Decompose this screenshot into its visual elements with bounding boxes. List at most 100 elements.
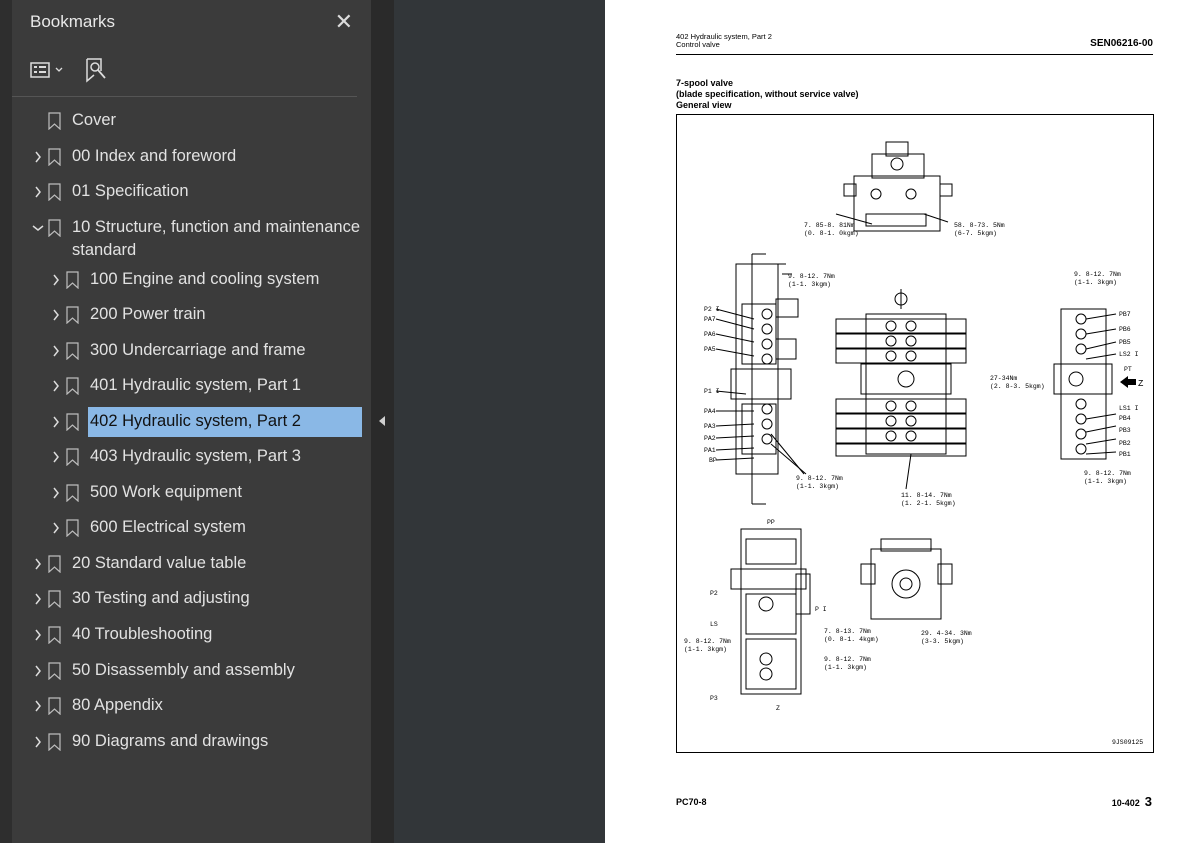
chevron-right-icon[interactable] <box>46 374 66 397</box>
svg-text:PA5: PA5 <box>704 346 716 353</box>
bookmark-label: 402 Hydraulic system, Part 2 <box>88 407 362 437</box>
svg-text:(0. 8-1. 0kgm): (0. 8-1. 0kgm) <box>804 230 859 237</box>
svg-text:PA6: PA6 <box>704 331 716 338</box>
chevron-right-icon[interactable] <box>46 445 66 468</box>
page-number: 3 <box>1144 794 1152 809</box>
chevron-right-icon[interactable] <box>46 339 66 362</box>
bookmark-label: 90 Diagrams and drawings <box>72 732 269 750</box>
header-rule <box>676 54 1153 55</box>
bookmark-icon <box>66 303 80 326</box>
chevron-right-icon[interactable] <box>28 694 48 717</box>
bookmark-icon <box>48 216 62 239</box>
chevron-right-icon[interactable] <box>46 268 66 291</box>
bookmark-icon <box>48 623 62 646</box>
bookmark-item-diagrams[interactable]: 90 Diagrams and drawings <box>28 730 268 753</box>
svg-text:P1 I: P1 I <box>704 388 720 395</box>
svg-text:PA1: PA1 <box>704 447 716 454</box>
svg-text:9. 8-12. 7Nm: 9. 8-12. 7Nm <box>796 475 843 482</box>
bookmark-item-hydraulic-1[interactable]: 401 Hydraulic system, Part 1 <box>46 374 301 397</box>
bookmark-item-disassembly[interactable]: 50 Disassembly and assembly <box>28 659 295 682</box>
bookmark-icon <box>48 730 62 753</box>
chevron-right-icon[interactable] <box>46 303 66 326</box>
bookmark-label: 100 Engine and cooling system <box>90 270 320 288</box>
svg-text:PA2: PA2 <box>704 435 716 442</box>
svg-text:PB6: PB6 <box>1119 326 1131 333</box>
bookmark-icon <box>48 659 62 682</box>
bookmark-label: Cover <box>72 111 117 129</box>
svg-text:PB1: PB1 <box>1119 451 1131 458</box>
bookmark-icon <box>48 109 62 132</box>
svg-text:7. 85-8. 81Nm: 7. 85-8. 81Nm <box>804 222 855 229</box>
bookmark-label: 600 Electrical system <box>90 518 246 536</box>
document-page: 402 Hydraulic system, Part 2 Control val… <box>605 0 1200 843</box>
bookmark-options-button[interactable] <box>30 62 63 78</box>
svg-text:9. 8-12. 7Nm: 9. 8-12. 7Nm <box>1084 470 1131 477</box>
bookmark-label: 01 Specification <box>72 182 189 200</box>
svg-text:PB5: PB5 <box>1119 339 1131 346</box>
bookmark-item-hydraulic-3[interactable]: 403 Hydraulic system, Part 3 <box>46 445 301 468</box>
chevron-down-icon[interactable] <box>28 216 48 239</box>
bookmark-item-cover[interactable]: Cover <box>28 109 116 132</box>
svg-text:PP: PP <box>767 519 775 526</box>
footer-model: PC70-8 <box>676 797 707 807</box>
bookmark-item-engine[interactable]: 100 Engine and cooling system <box>46 268 319 291</box>
bookmark-item-power-train[interactable]: 200 Power train <box>46 303 206 326</box>
bookmark-icon <box>66 481 80 504</box>
svg-text:PA3: PA3 <box>704 423 716 430</box>
chevron-right-icon[interactable] <box>28 552 48 575</box>
footer-page-id: 10-402 3 <box>1111 794 1152 809</box>
bookmark-icon <box>66 410 80 433</box>
svg-text:PB3: PB3 <box>1119 427 1131 434</box>
chevron-right-icon[interactable] <box>46 481 66 504</box>
svg-text:LS2 I: LS2 I <box>1119 351 1139 358</box>
bookmark-item-appendix[interactable]: 80 Appendix <box>28 694 163 717</box>
svg-text:(6-7. 5kgm): (6-7. 5kgm) <box>954 230 997 237</box>
svg-text:7. 8-13. 7Nm: 7. 8-13. 7Nm <box>824 628 871 635</box>
svg-text:11. 8-14. 7Nm: 11. 8-14. 7Nm <box>901 492 952 499</box>
close-icon[interactable]: ✕ <box>335 11 353 33</box>
bookmark-label: 80 Appendix <box>72 696 163 714</box>
bookmark-label: 40 Troubleshooting <box>72 625 213 643</box>
bookmark-item-testing[interactable]: 30 Testing and adjusting <box>28 587 250 610</box>
chevron-right-icon[interactable] <box>28 623 48 646</box>
bookmark-item-hydraulic-2[interactable]: 402 Hydraulic system, Part 2 <box>46 407 362 437</box>
svg-text:(2. 8-3. 5kgm): (2. 8-3. 5kgm) <box>990 383 1045 390</box>
control-valve-drawing: 7. 85-8. 81Nm (0. 8-1. 0kgm) 58. 8-73. 5… <box>676 114 1154 753</box>
bookmark-item-index[interactable]: 00 Index and foreword <box>28 145 236 168</box>
bookmark-item-troubleshooting[interactable]: 40 Troubleshooting <box>28 623 212 646</box>
bookmark-icon <box>48 694 62 717</box>
left-edge-strip <box>0 0 12 843</box>
bookmark-label: 20 Standard value table <box>72 554 247 572</box>
chevron-right-icon[interactable] <box>28 659 48 682</box>
bookmark-icon <box>48 587 62 610</box>
svg-text:PB2: PB2 <box>1119 440 1131 447</box>
svg-text:Z: Z <box>1138 379 1144 389</box>
chevron-right-icon[interactable] <box>28 587 48 610</box>
bookmark-item-specification[interactable]: 01 Specification <box>28 180 189 203</box>
chevron-right-icon[interactable] <box>28 730 48 753</box>
find-bookmark-button[interactable] <box>85 57 107 83</box>
chevron-right-icon[interactable] <box>28 180 48 203</box>
bookmark-label: 10 Structure, function and maintenance st… <box>72 218 361 259</box>
collapse-panel-icon[interactable] <box>379 416 385 426</box>
bookmark-item-undercarriage[interactable]: 300 Undercarriage and frame <box>46 339 306 362</box>
svg-text:9. 8-12. 7Nm: 9. 8-12. 7Nm <box>788 273 835 280</box>
svg-text:9. 8-12. 7Nm: 9. 8-12. 7Nm <box>824 656 871 663</box>
chevron-right-icon[interactable] <box>46 516 66 539</box>
bookmark-item-electrical[interactable]: 600 Electrical system <box>46 516 246 539</box>
svg-text:(0. 8-1. 4kgm): (0. 8-1. 4kgm) <box>824 636 879 643</box>
svg-text:(3-3. 5kgm): (3-3. 5kgm) <box>921 638 964 645</box>
bookmark-label: 00 Index and foreword <box>72 147 237 165</box>
svg-text:58. 8-73. 5Nm: 58. 8-73. 5Nm <box>954 222 1005 229</box>
bookmark-icon <box>48 552 62 575</box>
svg-text:9. 8-12. 7Nm: 9. 8-12. 7Nm <box>684 638 731 645</box>
svg-text:P3: P3 <box>710 695 718 702</box>
bookmark-item-structure[interactable]: 10 Structure, function and maintenance st… <box>28 216 360 262</box>
bookmark-label: 401 Hydraulic system, Part 1 <box>90 376 301 394</box>
svg-text:BP: BP <box>709 457 717 464</box>
chevron-right-icon[interactable] <box>28 145 48 168</box>
bookmark-item-standard-value[interactable]: 20 Standard value table <box>28 552 246 575</box>
chevron-right-icon[interactable] <box>46 410 66 433</box>
svg-text:P I: P I <box>815 606 827 613</box>
bookmark-item-work-equipment[interactable]: 500 Work equipment <box>46 481 242 504</box>
